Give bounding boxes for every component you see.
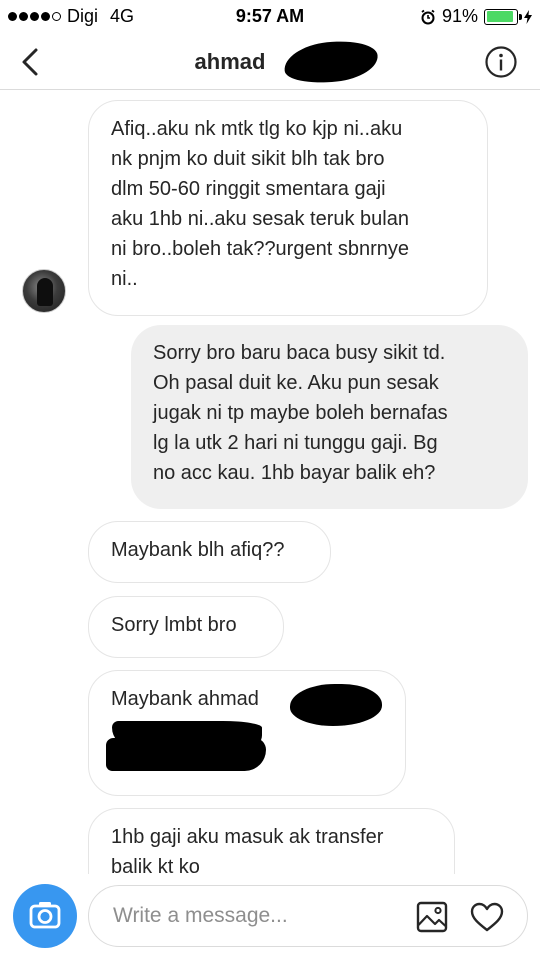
message-field-container[interactable] (88, 885, 528, 947)
conversation-title[interactable]: ahmad (0, 49, 540, 75)
message-bubble-incoming[interactable]: 1hb gaji aku masuk ak transfer balik kt … (88, 808, 455, 874)
message-bubble-incoming[interactable]: Sorry lmbt bro (88, 596, 284, 658)
message-bubble-incoming[interactable]: Afiq..aku nk mtk tlg ko kjp ni..aku nk p… (88, 100, 488, 316)
message-input[interactable] (113, 886, 403, 946)
info-icon (485, 46, 517, 78)
charging-icon (524, 9, 532, 24)
message-bubble-outgoing[interactable]: Sorry bro baru baca busy sikit td. Oh pa… (131, 325, 528, 509)
redaction-mark (106, 738, 266, 771)
gallery-button[interactable] (415, 900, 449, 934)
redaction-mark (290, 684, 382, 726)
conversation-header: ahmad (0, 34, 540, 90)
avatar[interactable] (22, 269, 66, 313)
info-button[interactable] (484, 45, 518, 79)
message-composer (0, 874, 540, 960)
status-bar: Digi 4G 9:57 AM 91% (0, 0, 540, 34)
gallery-icon (416, 901, 448, 933)
message-bubble-incoming[interactable]: Maybank blh afiq?? (88, 521, 331, 583)
heart-button[interactable] (469, 899, 505, 935)
alarm-icon (421, 9, 435, 24)
camera-icon (29, 902, 61, 929)
battery-icon (484, 8, 522, 25)
battery-percent: 91% (441, 6, 478, 26)
status-right: 91% (420, 6, 532, 27)
camera-button[interactable] (13, 884, 77, 948)
heart-icon (470, 902, 504, 932)
message-thread[interactable]: Afiq..aku nk mtk tlg ko kjp ni..aku nk p… (0, 90, 540, 874)
redaction-mark (282, 37, 380, 87)
